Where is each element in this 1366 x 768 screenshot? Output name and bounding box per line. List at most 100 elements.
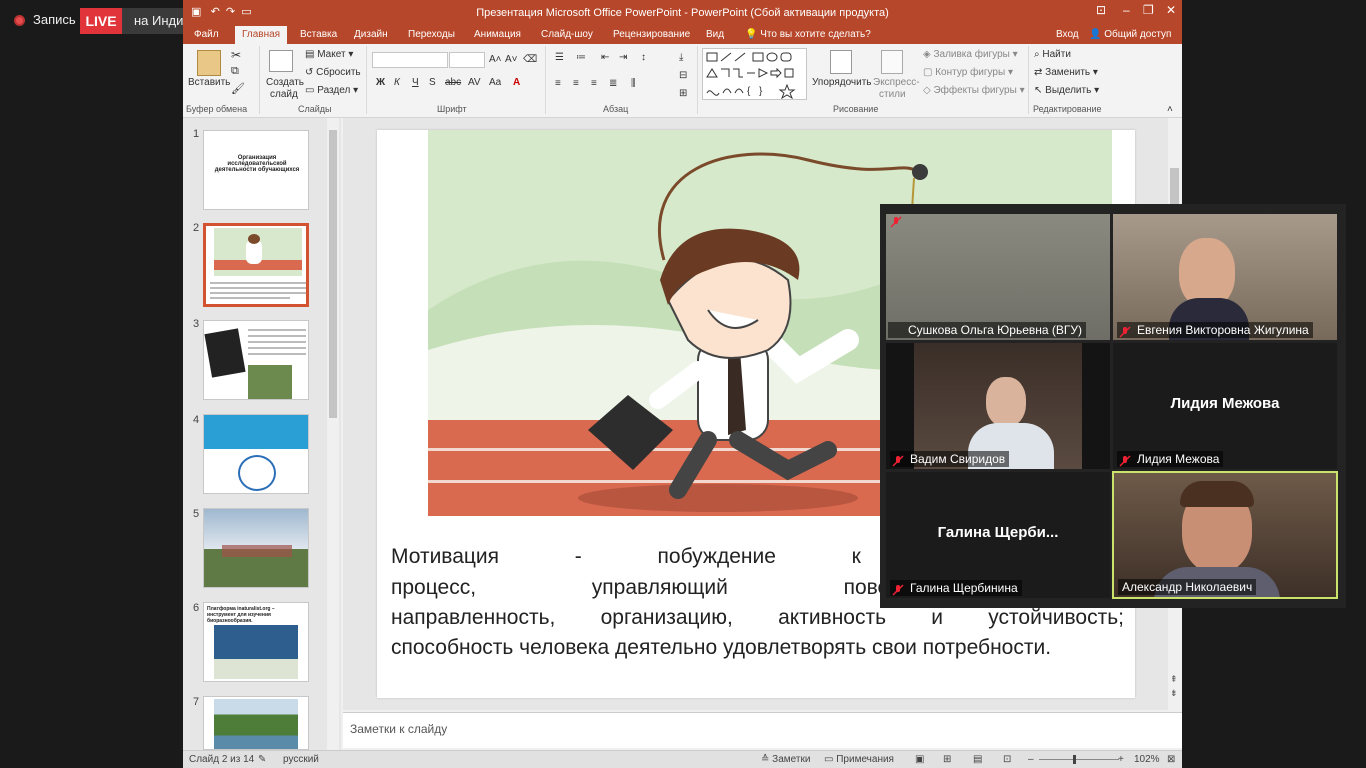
- justify-icon[interactable]: ≣: [609, 78, 617, 89]
- quick-styles-button[interactable]: Экспресс-: [873, 77, 920, 88]
- reset-button[interactable]: ↺ Сбросить: [305, 67, 361, 78]
- columns-icon[interactable]: ⫼: [631, 78, 636, 89]
- tab-slideshow[interactable]: Слайд-шоу: [541, 29, 593, 40]
- outdent-icon[interactable]: ⇥: [619, 52, 627, 63]
- participant-tile[interactable]: Вадим Свиридов: [886, 343, 1110, 469]
- notes-pane[interactable]: Заметки к слайду: [343, 712, 1182, 748]
- decrease-font-icon[interactable]: A˅: [505, 54, 518, 65]
- char-spacing-button[interactable]: AV: [468, 77, 481, 88]
- font-color-button[interactable]: A: [513, 77, 520, 88]
- strikethrough-button[interactable]: abc: [445, 77, 461, 88]
- section-button[interactable]: ▭ Раздел ▾: [305, 85, 358, 96]
- participant-tile[interactable]: Сушкова Ольга Юрьевна (ВГУ): [886, 214, 1110, 340]
- copy-icon[interactable]: ⧉: [231, 65, 239, 78]
- slideshow-view-icon[interactable]: ⊡: [1003, 754, 1011, 765]
- share-button[interactable]: 👤 Общий доступ: [1089, 29, 1171, 40]
- new-slide-button[interactable]: Создать: [266, 77, 304, 88]
- shape-outline-button[interactable]: ▢ Контур фигуры ▾: [923, 67, 1013, 78]
- arrange-button[interactable]: Упорядочить: [812, 77, 872, 88]
- italic-button[interactable]: К: [394, 77, 400, 88]
- text-direction-icon[interactable]: ⤓: [679, 52, 683, 63]
- slide-thumbnail-5[interactable]: [203, 508, 309, 588]
- quick-styles-button-line2[interactable]: стили: [879, 89, 906, 100]
- paste-icon[interactable]: [197, 50, 221, 76]
- notes-toggle[interactable]: ≙ Заметки: [761, 754, 810, 765]
- slide-body-line[interactable]: способность человека деятельно удовлетво…: [391, 633, 1124, 663]
- tab-view[interactable]: Вид: [706, 29, 724, 40]
- thumbnails-scrollbar[interactable]: [327, 118, 339, 750]
- slide-thumbnail-1[interactable]: Организация исследовательской деятельнос…: [203, 130, 309, 210]
- bold-button[interactable]: Ж: [376, 77, 385, 88]
- participant-tile[interactable]: Лидия Межова Лидия Межова: [1113, 343, 1337, 469]
- normal-view-icon[interactable]: ▣: [915, 754, 924, 765]
- slide-thumbnail-6[interactable]: Платформа inaturalist.org – инструмент д…: [203, 602, 309, 682]
- tab-animations[interactable]: Анимация: [474, 29, 521, 40]
- tab-review[interactable]: Рецензирование: [613, 29, 690, 40]
- new-slide-button-line2[interactable]: слайд: [270, 89, 298, 100]
- bullets-icon[interactable]: ☰: [555, 52, 564, 63]
- slide-thumbnail-2[interactable]: [203, 223, 309, 307]
- font-size-input[interactable]: [449, 52, 485, 68]
- zoom-level[interactable]: 102%: [1134, 754, 1160, 765]
- prev-slide-icon[interactable]: ⇞: [1170, 674, 1178, 685]
- paste-button[interactable]: Вставить: [188, 77, 230, 88]
- line-spacing-icon[interactable]: ↕: [641, 52, 646, 63]
- new-slide-icon[interactable]: [269, 50, 293, 72]
- video-gallery[interactable]: Сушкова Ольга Юрьевна (ВГУ) Евгения Викт…: [880, 204, 1346, 608]
- change-case-button[interactable]: Aa: [489, 77, 501, 88]
- quick-styles-icon[interactable]: [881, 50, 903, 74]
- scrollbar-thumb[interactable]: [329, 130, 337, 418]
- tab-home[interactable]: Главная: [235, 26, 288, 44]
- shape-effects-button[interactable]: ◇ Эффекты фигуры ▾: [923, 85, 1025, 96]
- smartart-icon[interactable]: ⊞: [679, 88, 687, 99]
- find-button[interactable]: ⌕ Найти: [1034, 49, 1071, 60]
- zoom-slider-handle[interactable]: [1073, 755, 1076, 764]
- spellcheck-icon[interactable]: ✎: [258, 754, 266, 765]
- shadow-button[interactable]: S: [429, 77, 436, 88]
- slide-thumbnail-4[interactable]: [203, 414, 309, 494]
- numbering-icon[interactable]: ≔: [576, 52, 586, 63]
- close-button[interactable]: ✕: [1166, 3, 1176, 17]
- cut-icon[interactable]: ✂: [231, 48, 241, 62]
- ribbon-options-icon[interactable]: ⊡: [1096, 3, 1106, 17]
- arrange-icon[interactable]: [830, 50, 852, 74]
- scrollbar-thumb[interactable]: [1170, 168, 1179, 208]
- clear-format-icon[interactable]: ⌫: [523, 54, 537, 65]
- record-label[interactable]: Запись: [33, 12, 76, 27]
- slide-thumbnails-pane[interactable]: 1 Организация исследовательской деятельн…: [183, 118, 341, 750]
- fit-slide-icon[interactable]: ⊠: [1167, 754, 1175, 765]
- language-indicator[interactable]: русский: [283, 754, 319, 765]
- tell-me-box[interactable]: 💡 Что вы хотите сделать?: [745, 29, 871, 40]
- align-right-icon[interactable]: ≡: [591, 78, 597, 89]
- reading-view-icon[interactable]: ▤: [973, 754, 982, 765]
- minimize-button[interactable]: –: [1123, 3, 1130, 17]
- shape-fill-button[interactable]: ◈ Заливка фигуры ▾: [923, 49, 1018, 60]
- underline-button[interactable]: Ч: [412, 77, 419, 88]
- tab-file[interactable]: Файл: [194, 29, 219, 40]
- participant-tile[interactable]: Галина Щерби... Галина Щербинина: [886, 472, 1110, 598]
- align-center-icon[interactable]: ≡: [573, 78, 579, 89]
- slide-thumbnail-3[interactable]: [203, 320, 309, 400]
- tab-design[interactable]: Дизайн: [354, 29, 388, 40]
- tab-insert[interactable]: Вставка: [300, 29, 337, 40]
- zoom-in-button[interactable]: +: [1118, 754, 1124, 765]
- comments-toggle[interactable]: ▭ Примечания: [824, 754, 894, 765]
- record-icon[interactable]: [14, 15, 25, 26]
- participant-tile-active-speaker[interactable]: Александр Николаевич: [1112, 471, 1338, 599]
- zoom-out-button[interactable]: –: [1028, 754, 1034, 765]
- participant-tile[interactable]: Евгения Викторовна Жигулина: [1113, 214, 1337, 340]
- tab-transitions[interactable]: Переходы: [408, 29, 455, 40]
- font-name-input[interactable]: [372, 52, 448, 68]
- zoom-slider[interactable]: [1039, 755, 1119, 764]
- collapse-ribbon-icon[interactable]: ˄: [1167, 104, 1173, 115]
- sign-in-link[interactable]: Вход: [1056, 29, 1079, 40]
- next-slide-icon[interactable]: ⇟: [1170, 688, 1178, 699]
- select-button[interactable]: ↖ Выделить ▾: [1034, 85, 1099, 96]
- slide-sorter-icon[interactable]: ⊞: [943, 754, 951, 765]
- align-text-icon[interactable]: ⊟: [679, 70, 687, 81]
- replace-button[interactable]: ⇄ Заменить ▾: [1034, 67, 1098, 78]
- shapes-gallery[interactable]: {}: [702, 48, 807, 100]
- layout-button[interactable]: ▤ Макет ▾: [305, 49, 353, 60]
- slide-thumbnail-7[interactable]: [203, 696, 309, 750]
- indent-icon[interactable]: ⇤: [601, 52, 609, 63]
